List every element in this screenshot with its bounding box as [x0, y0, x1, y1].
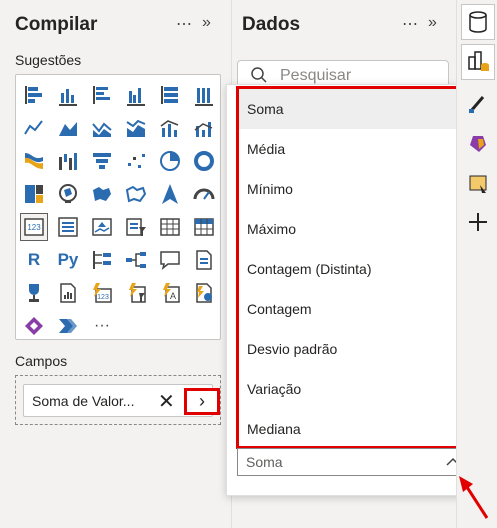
line-column-chart-icon[interactable]	[156, 114, 184, 142]
100-stacked-column-chart-icon[interactable]	[190, 81, 218, 109]
remove-field-icon[interactable]: ✕	[158, 389, 175, 414]
power-apps-text-icon[interactable]: A	[156, 279, 184, 307]
line-chart-icon[interactable]	[20, 114, 48, 142]
azure-map-icon[interactable]	[156, 180, 184, 208]
aggregation-option[interactable]: Variação	[239, 369, 469, 409]
svg-text:A: A	[170, 291, 176, 301]
map-icon[interactable]	[54, 180, 82, 208]
aggregation-option[interactable]: Mediana	[239, 409, 469, 449]
plus-icon	[469, 213, 487, 231]
more-visuals-icon[interactable]: ···	[88, 312, 116, 340]
clustered-column-chart-icon[interactable]	[122, 81, 150, 109]
expand-field-chevron-icon[interactable]: ›	[184, 388, 220, 415]
svg-text:123: 123	[27, 223, 41, 232]
dados-title: Dados	[242, 14, 301, 35]
aggregation-option[interactable]: Contagem (Distinta)	[239, 249, 469, 289]
scatter-chart-icon[interactable]	[122, 147, 150, 175]
kpi-icon[interactable]	[88, 213, 116, 241]
build-visual-icon	[468, 51, 489, 71]
shape-map-icon[interactable]	[122, 180, 150, 208]
more-options-icon[interactable]: ⋯	[176, 14, 192, 34]
donut-chart-icon[interactable]	[190, 147, 218, 175]
aggregation-selected-value: Soma	[246, 454, 283, 470]
collapse-pane-icon[interactable]: »	[202, 14, 211, 34]
qa-visual-icon[interactable]	[156, 246, 184, 274]
fields-well: Soma de Valor... ✕ ›	[15, 375, 221, 425]
multi-row-card-icon[interactable]	[54, 213, 82, 241]
report-editor: Compilar ⋯ » Sugestões 123 R Py 123 A ··…	[0, 0, 497, 528]
bookmarks-button[interactable]	[461, 166, 495, 202]
aggregation-option[interactable]: Mínimo	[239, 169, 469, 209]
python-visual-icon[interactable]: Py	[54, 246, 82, 274]
database-icon	[469, 11, 487, 33]
aggregation-select[interactable]: Soma	[237, 448, 471, 476]
card-icon[interactable]: 123	[20, 213, 48, 241]
filled-map-icon[interactable]	[88, 180, 116, 208]
power-automate-icon[interactable]	[122, 279, 150, 307]
decomposition-tree-icon[interactable]	[122, 246, 150, 274]
stacked-bar-chart-icon[interactable]	[20, 81, 48, 109]
search-icon	[251, 67, 267, 83]
funnel-chart-icon[interactable]	[88, 147, 116, 175]
annotation-arrow-icon	[459, 476, 489, 519]
aggregation-option[interactable]: Média	[239, 129, 469, 169]
compilar-actions: ⋯ »	[176, 14, 211, 34]
custom-visual-icon[interactable]	[190, 279, 218, 307]
pie-chart-icon[interactable]	[156, 147, 184, 175]
key-influencers-icon[interactable]	[88, 246, 116, 274]
matrix-icon[interactable]	[190, 213, 218, 241]
bookmark-icon	[469, 175, 487, 193]
power-apps-icon[interactable]	[20, 312, 48, 340]
power-apps-card-icon[interactable]: 123	[88, 279, 116, 307]
dados-actions: ⋯ »	[402, 14, 437, 34]
aggregation-option[interactable]: Soma	[239, 89, 469, 129]
paintbrush-icon	[469, 96, 485, 113]
r-visual-icon[interactable]: R	[20, 246, 48, 274]
visualizations-gallery: 123 R Py 123 A ···	[15, 74, 221, 340]
collapse-pane-icon[interactable]: »	[428, 14, 437, 34]
paginated-report-icon[interactable]	[54, 279, 82, 307]
compilar-title: Compilar	[15, 14, 98, 35]
clustered-bar-chart-icon[interactable]	[88, 81, 116, 109]
area-chart-icon[interactable]	[54, 114, 82, 142]
search-placeholder: Pesquisar	[280, 67, 352, 84]
copilot-icon	[470, 136, 486, 152]
compilar-pane: Compilar ⋯ » Sugestões 123 R Py 123 A ··…	[0, 0, 232, 528]
side-icon-strip	[456, 0, 497, 528]
fields-label: Campos	[15, 353, 68, 369]
gauge-icon[interactable]	[190, 180, 218, 208]
treemap-icon[interactable]	[20, 180, 48, 208]
copilot-button[interactable]	[461, 126, 495, 162]
goals-trophy-icon[interactable]	[20, 279, 48, 307]
ribbon-area-chart-icon[interactable]	[122, 114, 150, 142]
smart-narrative-icon[interactable]	[190, 246, 218, 274]
suggestions-label: Sugestões	[15, 52, 82, 68]
add-pane-button[interactable]	[461, 204, 495, 240]
stacked-column-chart-icon[interactable]	[54, 81, 82, 109]
svg-text:123: 123	[97, 294, 109, 301]
data-pane-button[interactable]	[461, 4, 495, 40]
field-chip-label: Soma de Valor...	[32, 393, 135, 409]
more-options-icon[interactable]: ⋯	[402, 14, 418, 34]
ribbon-chart-icon[interactable]	[20, 147, 48, 175]
stacked-area-chart-icon[interactable]	[88, 114, 116, 142]
aggregation-menu: Soma Média Mínimo Máximo Contagem (Distinta)…	[236, 86, 472, 449]
waterfall-chart-icon[interactable]	[54, 147, 82, 175]
aggregation-option[interactable]: Contagem	[239, 289, 469, 329]
aggregation-option[interactable]: Máximo	[239, 209, 469, 249]
line-clustered-column-icon[interactable]	[190, 114, 218, 142]
field-chip[interactable]: Soma de Valor... ✕ ›	[23, 384, 220, 417]
build-visual-button[interactable]	[461, 44, 495, 80]
table-icon[interactable]	[156, 213, 184, 241]
aggregation-option[interactable]: Desvio padrão	[239, 329, 469, 369]
slicer-icon[interactable]	[122, 213, 150, 241]
power-automate-flow-icon[interactable]	[54, 312, 82, 340]
100-stacked-bar-chart-icon[interactable]	[156, 81, 184, 109]
format-button[interactable]	[461, 86, 495, 122]
